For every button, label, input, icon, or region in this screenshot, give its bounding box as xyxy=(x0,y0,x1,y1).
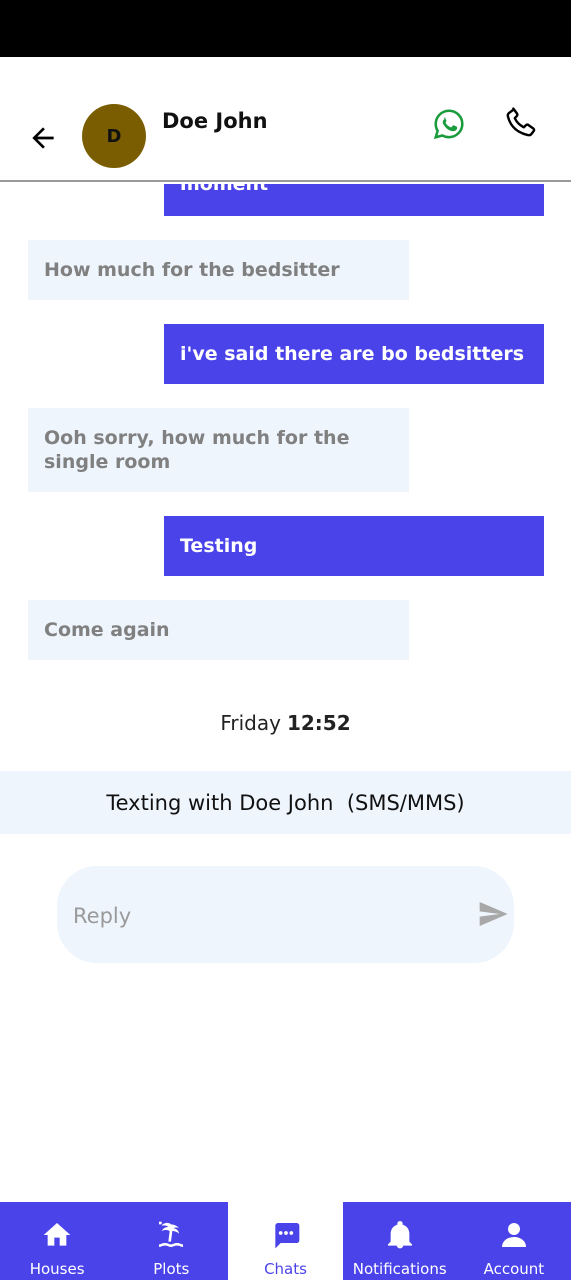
nav-chats[interactable]: Chats xyxy=(228,1202,343,1280)
nav-account[interactable]: Account xyxy=(457,1202,571,1280)
bubble-tail xyxy=(28,300,409,314)
back-button[interactable] xyxy=(26,121,60,155)
bottom-navigation: Houses Plots Chats Notifications Account xyxy=(0,1202,571,1280)
contact-name: Doe John xyxy=(162,109,268,133)
message-timestamp: Friday 12:52 xyxy=(0,711,571,735)
send-button[interactable] xyxy=(477,898,511,932)
island-icon xyxy=(154,1218,188,1252)
sms-banner-text: Texting with Doe John (SMS/MMS) xyxy=(106,790,465,815)
bubble-tail xyxy=(28,660,409,674)
whatsapp-icon xyxy=(433,109,464,140)
message-incoming: Ooh sorry, how much for the single room xyxy=(28,408,409,492)
chat-header: D Doe John xyxy=(0,57,571,182)
send-icon xyxy=(479,902,508,926)
message-outgoing: i've said there are bo bedsitters xyxy=(164,324,544,384)
bell-icon xyxy=(383,1218,417,1252)
reply-box xyxy=(57,866,514,963)
nav-label: Chats xyxy=(264,1260,307,1278)
nav-label: Houses xyxy=(29,1260,85,1278)
chat-icon xyxy=(269,1218,303,1252)
nav-label: Plots xyxy=(153,1260,190,1278)
message-incoming: Come again xyxy=(28,600,409,660)
bubble-tail xyxy=(164,384,544,398)
reply-input[interactable] xyxy=(73,896,453,936)
person-icon xyxy=(497,1218,531,1252)
message-outgoing: Testing xyxy=(164,516,544,576)
bubble-tail xyxy=(150,216,544,232)
avatar[interactable]: D xyxy=(82,104,146,168)
nav-plots[interactable]: Plots xyxy=(114,1202,228,1280)
nav-notifications[interactable]: Notifications xyxy=(343,1202,457,1280)
nav-label: Notifications xyxy=(352,1260,447,1278)
message-list[interactable]: moment How much for the bedsitter i've s… xyxy=(0,184,571,764)
call-button[interactable] xyxy=(504,105,540,141)
home-icon xyxy=(40,1218,74,1252)
timestamp-time: 12:52 xyxy=(286,711,351,735)
whatsapp-button[interactable] xyxy=(432,107,466,141)
nav-label: Account xyxy=(483,1260,545,1278)
timestamp-day: Friday xyxy=(220,711,281,735)
message-outgoing: moment xyxy=(164,184,544,216)
bubble-tail xyxy=(28,492,409,506)
bubble-tail xyxy=(164,576,544,590)
status-bar xyxy=(0,0,571,57)
sms-banner: Texting with Doe John (SMS/MMS) xyxy=(0,771,571,834)
phone-icon xyxy=(506,107,536,137)
message-incoming: How much for the bedsitter xyxy=(28,240,409,300)
nav-houses[interactable]: Houses xyxy=(0,1202,114,1280)
arrow-left-icon xyxy=(32,127,54,149)
